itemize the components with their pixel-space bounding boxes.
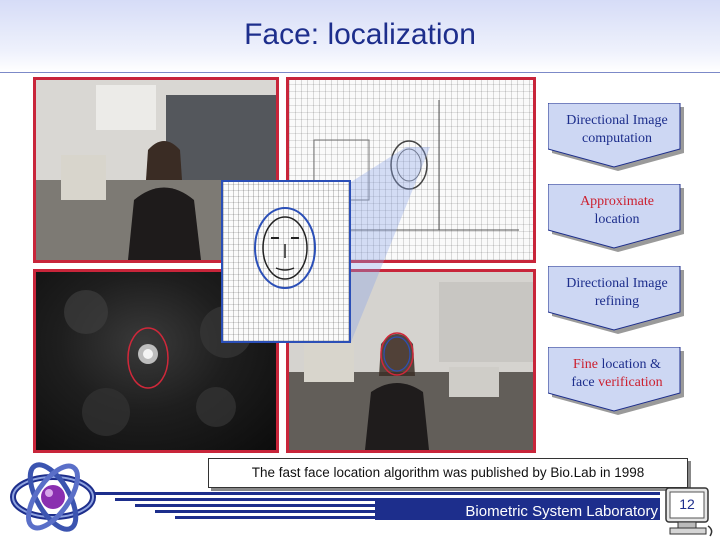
step-fine-location-verification: Fine location & face verification xyxy=(548,347,686,417)
step-4-red-word-1: Fine xyxy=(573,357,598,372)
page-number: 12 xyxy=(679,496,695,512)
step-3-line-2: refining xyxy=(594,294,640,309)
footer-lab-name: Biometric System Laboratory xyxy=(465,503,658,520)
step-3-line-1: Directional Image xyxy=(566,276,668,291)
step-4-line-1: location & xyxy=(597,357,661,372)
step-approximate-location: Approximate location xyxy=(548,184,686,254)
atom-orbit-logo xyxy=(10,462,96,532)
step-directional-image-refining: Directional Image refining xyxy=(548,266,686,336)
step-2-line-1: Approximate xyxy=(580,194,654,209)
zoomed-face-image xyxy=(254,207,316,289)
step-1-line-1: Directional Image xyxy=(566,113,668,128)
zoomed-directional-face xyxy=(221,180,351,343)
step-2-line-2: location xyxy=(594,212,640,227)
step-1-line-2: computation xyxy=(582,131,652,146)
step-directional-image-computation: Directional Image computation xyxy=(548,103,686,173)
step-4-line-2: face xyxy=(571,375,599,390)
step-4-red-word-2: verification xyxy=(598,375,663,390)
caption-box: The fast face location algorithm was pub… xyxy=(208,458,688,488)
